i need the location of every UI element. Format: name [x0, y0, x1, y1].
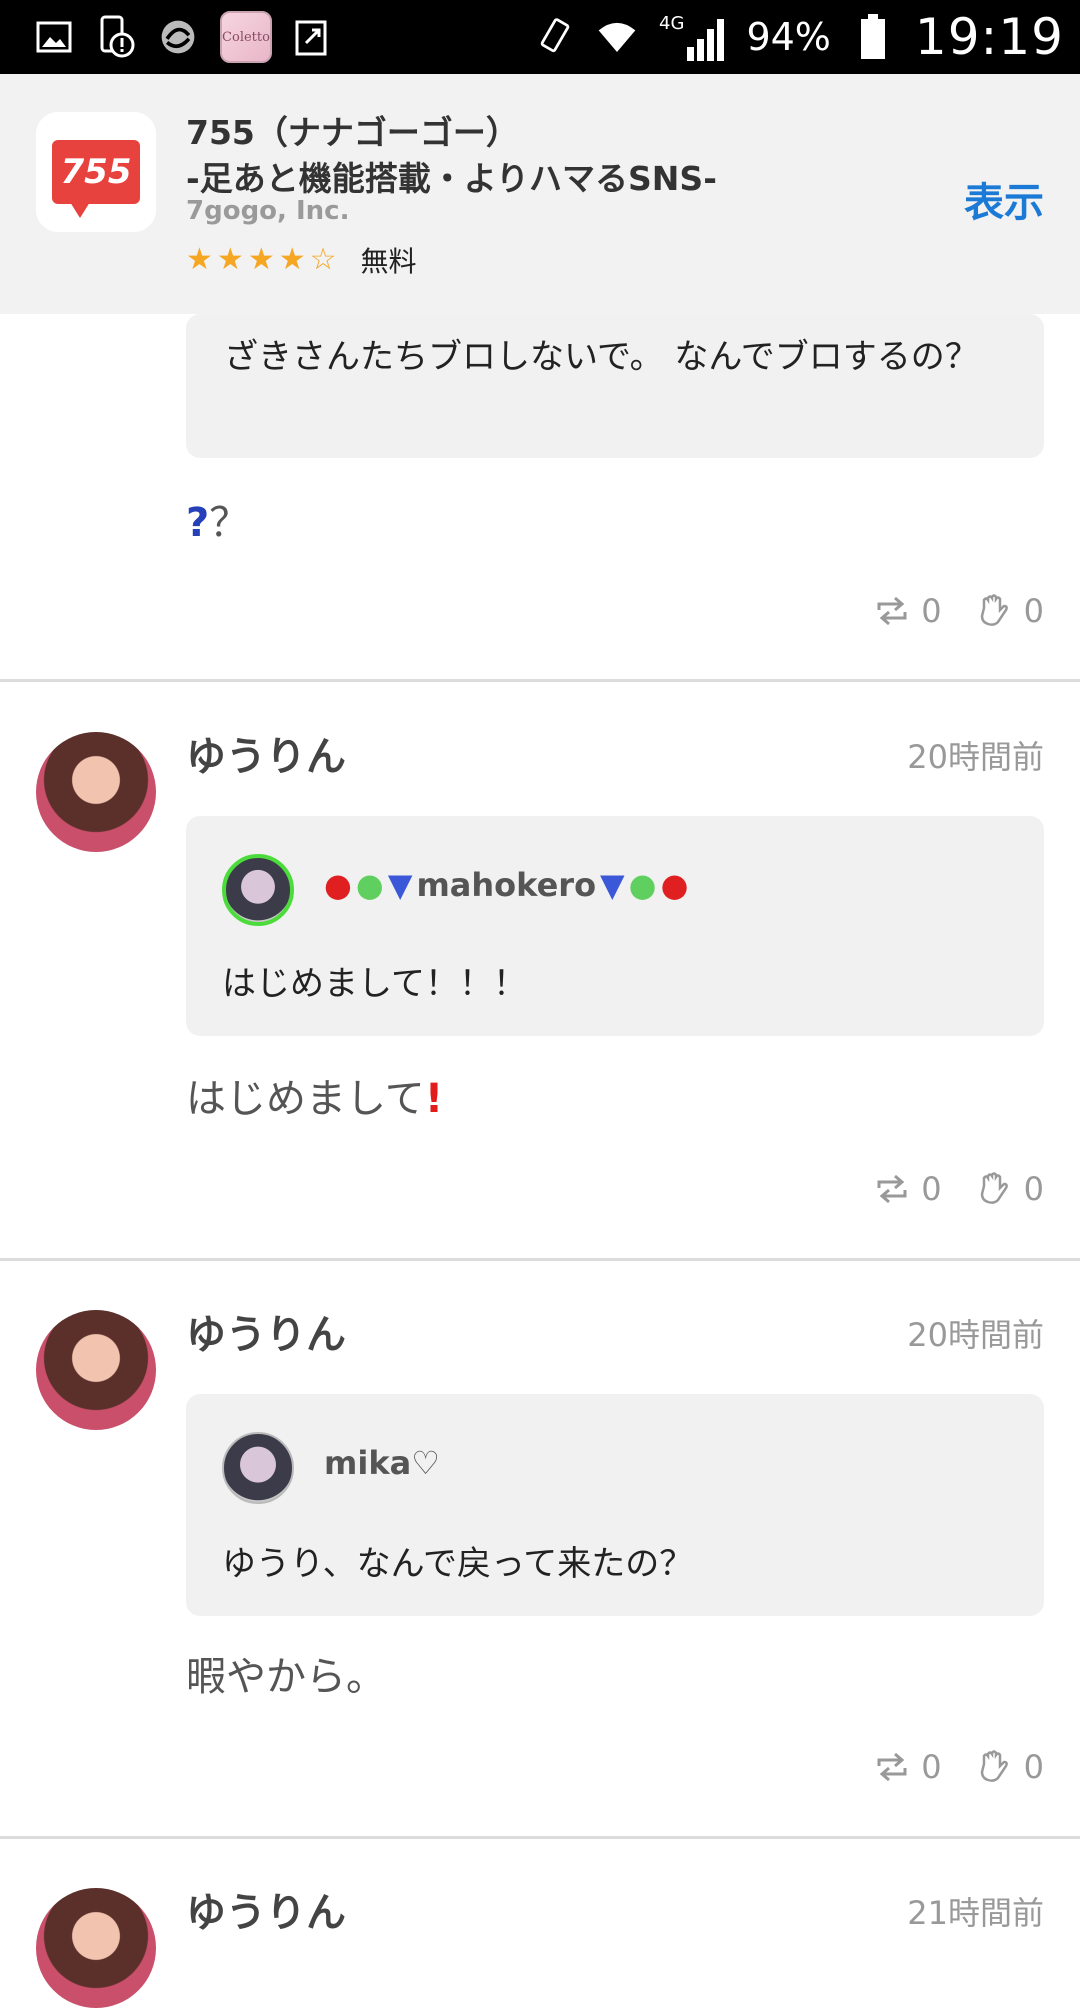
post-actions: 0 0: [875, 1748, 1044, 1786]
quoted-comment-text: はじめまして！！！: [222, 964, 527, 1004]
quoted-user-avatar: [222, 1432, 294, 1504]
exclamation-emoji-icon: !: [424, 1076, 444, 1122]
star-filled-icon: ★: [186, 242, 213, 277]
wifi-icon: [597, 17, 637, 57]
like-count: 0: [1023, 592, 1044, 630]
repost-icon: [877, 1752, 907, 1782]
question-emoji-icon: ?: [186, 500, 210, 546]
battery-icon: [853, 14, 893, 59]
post-timestamp: 21時間前: [907, 1894, 1044, 1932]
post-actions: 0 0: [875, 1170, 1044, 1208]
repost-count: 0: [921, 1748, 942, 1786]
clock: 19:19: [914, 8, 1064, 66]
star-filled-icon: ★: [278, 242, 306, 277]
sync-notification-icon: [158, 17, 198, 57]
quoted-username: mika♡: [324, 1444, 440, 1482]
quoted-comment[interactable]: ざきさんたちブロしないで。 なんでブロするの？: [186, 314, 1044, 458]
app-rating: ★ ★ ★ ★ ☆ 無料: [186, 240, 417, 280]
post-divider: [0, 1836, 1080, 1839]
app-title-line1: 755（ナナゴーゴー）: [186, 113, 519, 152]
user-avatar[interactable]: [36, 732, 156, 852]
repost-button[interactable]: 0: [875, 592, 942, 630]
battery-percentage: 94%: [746, 15, 831, 59]
post-divider: [0, 1258, 1080, 1261]
app-title-line2: -足あと機能搭載・よりハマるSNS-: [186, 159, 717, 198]
strawberry-emoji-icon: ●: [660, 866, 689, 904]
open-app-button[interactable]: 表示: [964, 170, 1044, 228]
post-text: 暇やから。: [186, 1654, 386, 1700]
share-notification-icon: [294, 17, 334, 57]
post-timestamp: 20時間前: [907, 738, 1044, 776]
star-empty-icon: ☆: [309, 242, 337, 277]
user-avatar[interactable]: [36, 1310, 156, 1430]
quoted-user-avatar: [222, 854, 294, 926]
shaved-ice-emoji-icon: ▼: [387, 866, 413, 904]
coletto-app-icon: Coletto: [220, 11, 272, 63]
star-filled-icon: ★: [216, 242, 244, 277]
strawberry-emoji-icon: ●: [324, 866, 352, 904]
frog-emoji-icon: ●: [628, 866, 657, 904]
app-price: 無料: [360, 245, 417, 278]
like-button[interactable]: 0: [976, 592, 1044, 630]
status-bar-notifications: Coletto: [34, 11, 334, 63]
post-divider: [0, 679, 1080, 682]
repost-button[interactable]: 0: [875, 1748, 942, 1786]
post-timestamp: 20時間前: [907, 1316, 1044, 1354]
quoted-comment-text: ゆうり、なんで戻って来たの？: [222, 1544, 694, 1584]
status-bar: Coletto 4G 94% 19:19: [0, 0, 1080, 74]
repost-count: 0: [921, 592, 942, 630]
quoted-username: ● ● ▼ mahokero ▼ ● ●: [324, 866, 689, 904]
user-avatar[interactable]: [36, 1888, 156, 2008]
status-bar-system: 4G 94% 19:19: [535, 8, 1064, 66]
post-username[interactable]: ゆうりん: [186, 724, 346, 782]
post-text: はじめまして!: [186, 1076, 444, 1122]
repost-icon: [877, 596, 907, 626]
app-developer: 7gogo, Inc.: [186, 196, 350, 226]
image-notification-icon: [34, 17, 74, 57]
repost-button[interactable]: 0: [875, 1170, 942, 1208]
frog-emoji-icon: ●: [355, 866, 384, 904]
app-icon[interactable]: 755: [36, 112, 156, 232]
post-username[interactable]: ゆうりん: [186, 1302, 346, 1360]
app-logo: 755: [52, 140, 140, 218]
like-button[interactable]: 0: [976, 1748, 1044, 1786]
app-promo-banner[interactable]: 755 755（ナナゴーゴー） -足あと機能搭載・よりハマるSNS- 7gogo…: [0, 74, 1080, 314]
post-text: ?？: [186, 500, 250, 546]
like-button[interactable]: 0: [976, 1170, 1044, 1208]
quoted-comment-text: ざきさんたちブロしないで。 なんでブロするの？: [224, 337, 979, 377]
quoted-comment[interactable]: mika♡ ゆうり、なんで戻って来たの？: [186, 1394, 1044, 1616]
clap-hand-icon: [980, 1750, 1008, 1782]
shaved-ice-emoji-icon: ▼: [600, 866, 625, 904]
clap-hand-icon: [980, 594, 1008, 626]
like-count: 0: [1023, 1748, 1044, 1786]
signal-4g-icon: 4G: [659, 13, 725, 61]
like-count: 0: [1023, 1170, 1044, 1208]
quoted-comment[interactable]: ● ● ▼ mahokero ▼ ● ● はじめまして！！！: [186, 816, 1044, 1036]
star-filled-icon: ★: [247, 242, 275, 277]
network-type-label: 4G: [659, 13, 685, 34]
post-actions: 0 0: [875, 592, 1044, 630]
vibrate-icon: [535, 17, 575, 57]
post-username[interactable]: ゆうりん: [186, 1880, 346, 1938]
clap-hand-icon: [980, 1172, 1008, 1204]
repost-icon: [877, 1174, 907, 1204]
alert-notification-icon: [96, 15, 136, 58]
repost-count: 0: [921, 1170, 942, 1208]
